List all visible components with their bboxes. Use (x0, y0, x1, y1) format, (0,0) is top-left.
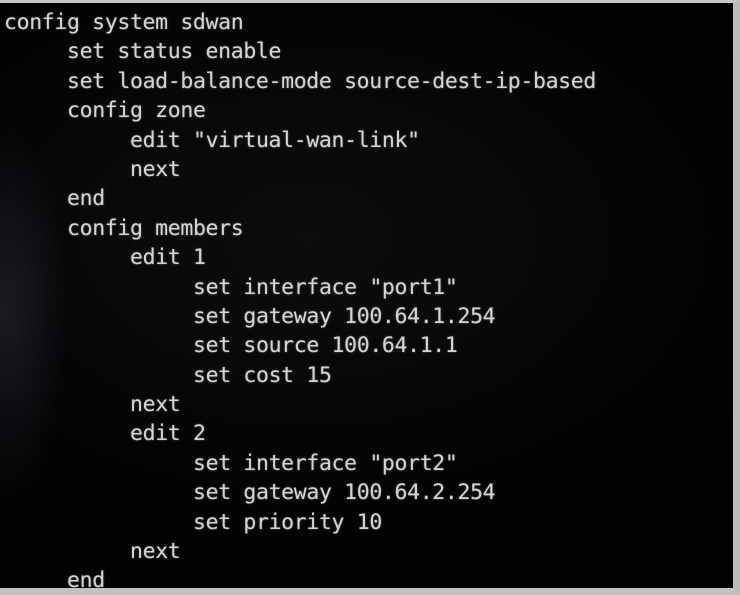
cli-line: set cost 15 (193, 362, 332, 388)
cli-line: edit "virtual-wan-link" (130, 127, 420, 153)
cli-line: next (130, 392, 181, 418)
cli-line: set gateway 100.64.1.254 (193, 303, 496, 329)
cli-line: set status enable (67, 39, 282, 65)
cli-line: set interface "port1" (193, 274, 458, 300)
cli-line: set source 100.64.1.1 (193, 333, 458, 359)
cli-line: set gateway 100.64.2.254 (193, 480, 496, 506)
terminal-window: config system sdwan set status enable set … (0, 0, 740, 595)
console-surface[interactable]: config system sdwan set status enable set … (0, 3, 733, 588)
cli-line: next (130, 156, 181, 182)
cli-line: set interface "port2" (193, 450, 458, 476)
cli-line: end (67, 568, 105, 588)
cli-line: edit 2 (130, 421, 206, 447)
cli-line: set load-balance-mode source-dest-ip-bas… (67, 68, 596, 94)
cli-configuration-text[interactable]: config system sdwan set status enable set … (0, 3, 596, 588)
cli-line: config members (67, 215, 244, 241)
cli-line: edit 1 (130, 245, 206, 271)
cli-line: next (130, 539, 181, 565)
cli-line: config system sdwan (4, 10, 244, 35)
cli-line: config zone (67, 98, 206, 124)
cli-line: end (67, 186, 105, 212)
cli-line: set priority 10 (193, 509, 382, 535)
